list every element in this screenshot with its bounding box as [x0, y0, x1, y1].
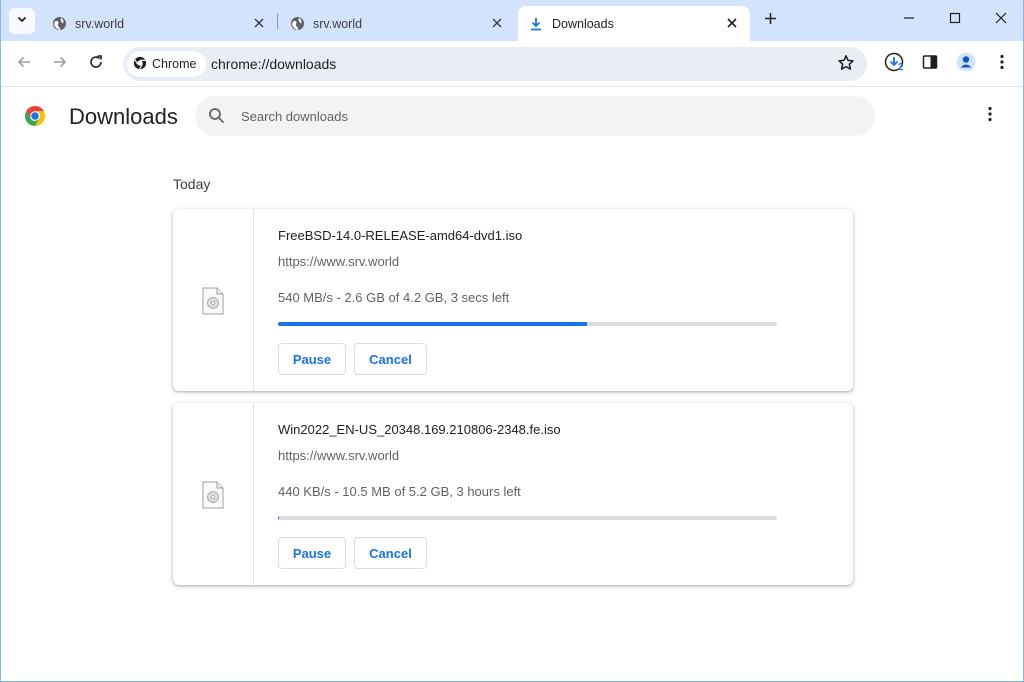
tab-search-button[interactable] [9, 8, 35, 34]
site-info-chip[interactable]: Chrome [127, 51, 207, 77]
close-icon[interactable] [251, 15, 267, 31]
chrome-icon [133, 56, 152, 73]
back-icon [16, 54, 32, 75]
download-icon [528, 16, 544, 32]
page-menu-button[interactable] [979, 105, 1001, 127]
date-heading: Today [173, 176, 211, 192]
chevron-down-icon [16, 12, 28, 30]
globe-icon [289, 16, 305, 32]
progress-fill [278, 516, 279, 520]
file-icon-column [173, 209, 254, 391]
plus-icon [764, 12, 777, 30]
search-box [195, 96, 875, 136]
file-name[interactable]: Win2022_EN-US_20348.169.210806-2348.fe.i… [278, 422, 561, 437]
cancel-button[interactable]: Cancel [354, 343, 427, 375]
minimize-icon [903, 11, 915, 29]
download-status: 440 KB/s - 10.5 MB of 5.2 GB, 3 hours le… [278, 484, 521, 499]
cancel-button[interactable]: Cancel [354, 537, 427, 569]
tab-separator [277, 13, 278, 29]
kebab-icon [988, 106, 992, 127]
tab-srv-world-1[interactable]: srv.world [41, 6, 277, 41]
back-button[interactable] [10, 50, 38, 78]
reload-button[interactable] [82, 50, 110, 78]
tab-title: srv.world [75, 16, 125, 31]
chrome-logo-icon [23, 104, 47, 133]
close-icon[interactable] [489, 15, 505, 31]
close-icon [995, 11, 1007, 29]
browser-window: srv.world srv.world Downloads Chrome chr… [0, 0, 1024, 682]
source-url[interactable]: https://www.srv.world [278, 448, 399, 463]
pause-button[interactable]: Pause [278, 537, 346, 569]
downloads-count-badge: 2 [898, 62, 904, 73]
download-item: Win2022_EN-US_20348.169.210806-2348.fe.i… [173, 403, 853, 585]
page-title: Downloads [69, 104, 178, 129]
maximize-button[interactable] [932, 0, 978, 40]
tab-title: Downloads [552, 16, 614, 31]
file-icon [202, 287, 224, 320]
maximize-icon [949, 11, 961, 29]
minimize-button[interactable] [886, 0, 932, 40]
progress-fill [278, 322, 588, 326]
site-chip-label: Chrome [152, 57, 197, 71]
kebab-icon [1000, 54, 1004, 75]
forward-button[interactable] [46, 50, 74, 78]
downloads-header: Downloads [1, 88, 1023, 144]
download-status: 540 MB/s - 2.6 GB of 4.2 GB, 3 secs left [278, 290, 510, 305]
forward-icon [52, 54, 68, 75]
toolbar: Chrome chrome://downloads 2 [1, 41, 1023, 87]
star-icon[interactable] [837, 54, 855, 77]
profile-icon [956, 52, 976, 77]
tab-srv-world-2[interactable]: srv.world [279, 6, 515, 41]
progress-bar [278, 322, 777, 326]
file-name[interactable]: FreeBSD-14.0-RELEASE-amd64-dvd1.iso [278, 228, 522, 243]
pause-button[interactable]: Pause [278, 343, 346, 375]
source-url[interactable]: https://www.srv.world [278, 254, 399, 269]
url-text[interactable]: chrome://downloads [211, 56, 336, 72]
tab-title: srv.world [313, 16, 363, 31]
profile-button[interactable] [952, 50, 980, 78]
progress-bar [278, 516, 777, 520]
file-icon-column [173, 403, 254, 585]
side-panel-icon [922, 54, 938, 75]
search-input[interactable] [241, 106, 841, 126]
new-tab-button[interactable] [759, 10, 781, 32]
download-item: FreeBSD-14.0-RELEASE-amd64-dvd1.iso http… [173, 209, 853, 391]
tab-strip: srv.world srv.world Downloads [1, 0, 1023, 41]
close-icon[interactable] [724, 15, 740, 31]
close-window-button[interactable] [978, 0, 1023, 40]
side-panel-button[interactable] [916, 50, 944, 78]
file-icon [202, 481, 224, 514]
address-bar[interactable]: Chrome chrome://downloads [123, 47, 867, 81]
tab-downloads[interactable]: Downloads [518, 6, 750, 41]
globe-icon [51, 16, 67, 32]
reload-icon [88, 54, 104, 75]
menu-button[interactable] [988, 50, 1016, 78]
